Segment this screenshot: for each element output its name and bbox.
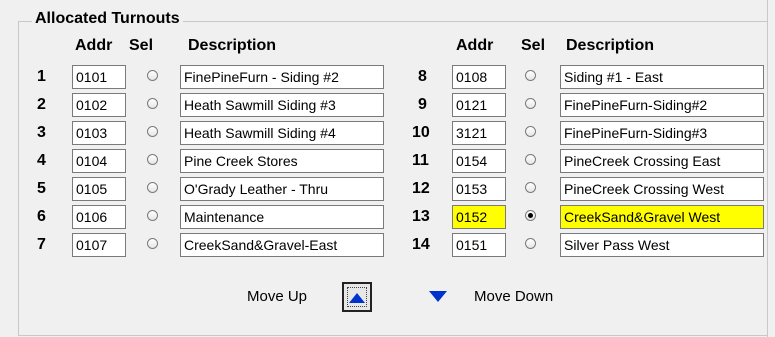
sel-header-right: Sel <box>521 37 546 54</box>
sel-header-left: Sel <box>129 37 154 54</box>
address-field[interactable]: 0151 <box>452 233 506 257</box>
select-radio[interactable] <box>147 126 158 137</box>
row-number: 6 <box>37 208 46 225</box>
select-radio[interactable] <box>525 98 536 109</box>
down-arrow-icon <box>429 291 447 302</box>
description-field[interactable]: PineCreek Crossing West <box>560 177 764 201</box>
select-radio[interactable] <box>525 70 536 81</box>
row-number: 13 <box>412 208 430 225</box>
address-field[interactable]: 0107 <box>72 233 126 257</box>
select-radio[interactable] <box>147 98 158 109</box>
description-field[interactable]: Pine Creek Stores <box>180 149 384 173</box>
row-number: 11 <box>412 152 429 169</box>
description-header-left: Description <box>188 37 277 54</box>
select-radio[interactable] <box>147 238 158 249</box>
address-field[interactable]: 0102 <box>72 93 126 117</box>
select-radio[interactable] <box>525 154 536 165</box>
address-field-selected[interactable]: 0152 <box>452 205 506 229</box>
select-radio[interactable] <box>147 210 158 221</box>
select-radio-checked[interactable] <box>525 210 536 221</box>
address-field[interactable]: 0121 <box>452 93 506 117</box>
select-radio[interactable] <box>147 70 158 81</box>
description-field[interactable]: CreekSand&Gravel-East <box>180 233 384 257</box>
group-title: Allocated Turnouts <box>32 10 183 28</box>
move-down-label: Move Down <box>474 288 554 305</box>
description-field[interactable]: Maintenance <box>180 205 384 229</box>
address-field[interactable]: 3121 <box>452 121 506 145</box>
row-number: 3 <box>37 124 46 141</box>
description-field[interactable]: FinePineFurn-Siding#3 <box>560 121 764 145</box>
address-field[interactable]: 0154 <box>452 149 506 173</box>
description-field[interactable]: PineCreek Crossing East <box>560 149 764 173</box>
move-down-button[interactable] <box>423 282 453 312</box>
address-field[interactable]: 0103 <box>72 121 126 145</box>
row-number: 2 <box>37 96 46 113</box>
move-up-button[interactable] <box>342 282 372 312</box>
addr-header-right: Addr <box>456 37 494 54</box>
row-number: 8 <box>418 68 427 85</box>
description-field-selected[interactable]: CreekSand&Gravel West <box>560 205 764 229</box>
description-field[interactable]: FinePineFurn - Siding #2 <box>180 65 384 89</box>
row-number: 5 <box>37 180 46 197</box>
row-number: 4 <box>37 152 46 169</box>
description-field[interactable]: Heath Sawmill Siding #3 <box>180 93 384 117</box>
row-number: 10 <box>412 124 430 141</box>
select-radio[interactable] <box>147 154 158 165</box>
description-field[interactable]: Silver Pass West <box>560 233 764 257</box>
description-field[interactable]: O'Grady Leather - Thru <box>180 177 384 201</box>
description-field[interactable]: Siding #1 - East <box>560 65 764 89</box>
address-field[interactable]: 0101 <box>72 65 126 89</box>
description-field[interactable]: Heath Sawmill Siding #4 <box>180 121 384 145</box>
address-field[interactable]: 0105 <box>72 177 126 201</box>
row-number: 7 <box>37 236 46 253</box>
row-number: 12 <box>412 180 430 197</box>
address-field[interactable]: 0108 <box>452 65 506 89</box>
select-radio[interactable] <box>147 182 158 193</box>
description-field[interactable]: FinePineFurn-Siding#2 <box>560 93 764 117</box>
addr-header-left: Addr <box>75 37 113 54</box>
select-radio[interactable] <box>525 238 536 249</box>
up-arrow-icon <box>349 293 365 303</box>
address-field[interactable]: 0106 <box>72 205 126 229</box>
select-radio[interactable] <box>525 126 536 137</box>
address-field[interactable]: 0153 <box>452 177 506 201</box>
row-number: 14 <box>412 236 430 253</box>
select-radio[interactable] <box>525 182 536 193</box>
description-header-right: Description <box>566 37 655 54</box>
address-field[interactable]: 0104 <box>72 149 126 173</box>
row-number: 9 <box>418 96 427 113</box>
row-number: 1 <box>37 68 46 85</box>
move-up-label: Move Up <box>247 288 308 305</box>
